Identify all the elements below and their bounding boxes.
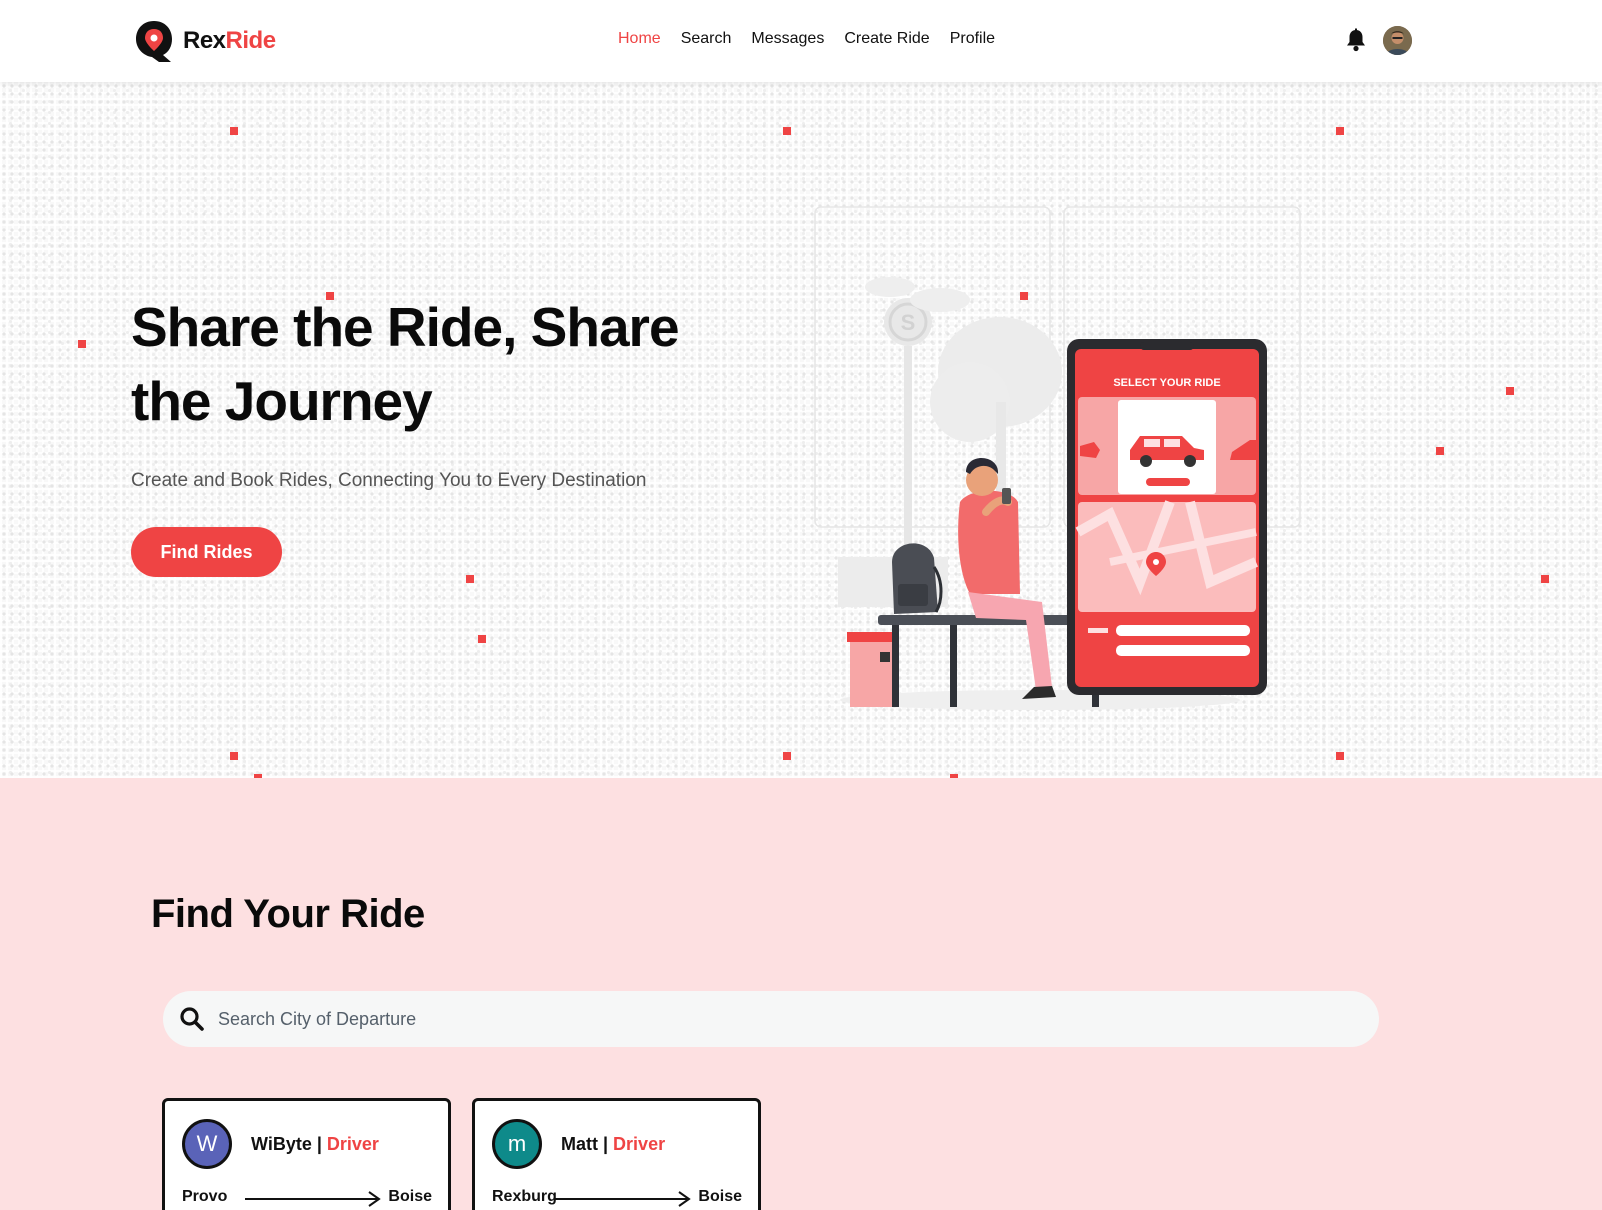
decor-dot	[1506, 387, 1514, 395]
arrow-right-icon	[555, 1191, 691, 1207]
svg-text:SELECT YOUR RIDE: SELECT YOUR RIDE	[1113, 377, 1220, 389]
ride-card[interactable]: m Matt | Driver Rexburg Boise	[472, 1098, 761, 1210]
main-nav: Home Search Messages Create Ride Profile	[618, 30, 995, 48]
decor-dot	[1336, 127, 1344, 135]
route-origin: Provo	[182, 1188, 228, 1205]
nav-search[interactable]: Search	[681, 30, 732, 48]
top-navbar: RexRide Home Search Messages Create Ride…	[0, 0, 1602, 82]
svg-text:S: S	[901, 310, 916, 335]
departure-search-input[interactable]	[218, 991, 1358, 1047]
route-destination: Boise	[388, 1188, 432, 1205]
search-icon	[180, 1007, 204, 1031]
arrow-right-icon	[245, 1191, 381, 1207]
driver-avatar: W	[182, 1119, 232, 1169]
find-ride-section: Find Your Ride W WiByte | Driver Provo B…	[0, 778, 1602, 1210]
decor-dot	[478, 635, 486, 643]
driver-name-label: WiByte | Driver	[251, 1134, 379, 1154]
hero-title: Share the Ride, Share the Journey	[131, 296, 680, 432]
decor-dot	[78, 340, 86, 348]
hero-subtitle: Create and Book Rides, Connecting You to…	[131, 470, 647, 491]
bell-icon[interactable]	[1345, 28, 1367, 52]
route-destination: Boise	[698, 1188, 742, 1205]
hero-illustration: S SELECT YOUR RIDE	[814, 206, 1301, 710]
user-avatar[interactable]	[1383, 26, 1412, 55]
hero-section: Share the Ride, Share the Journey Create…	[0, 82, 1602, 778]
decor-dot	[1336, 752, 1344, 760]
ride-card[interactable]: W WiByte | Driver Provo Boise	[162, 1098, 451, 1210]
driver-role: Driver	[326, 1134, 379, 1154]
find-rides-button[interactable]: Find Rides	[131, 527, 282, 577]
brand-logo[interactable]: RexRide	[133, 18, 276, 64]
brand-name: RexRide	[183, 27, 276, 54]
driver-avatar: m	[492, 1119, 542, 1169]
nav-messages[interactable]: Messages	[751, 30, 824, 48]
nav-create-ride[interactable]: Create Ride	[844, 30, 929, 48]
find-section-title: Find Your Ride	[151, 892, 425, 936]
decor-dot	[783, 752, 791, 760]
nav-home[interactable]: Home	[618, 30, 661, 48]
search-bar	[163, 991, 1379, 1047]
driver-role: Driver	[613, 1134, 666, 1154]
decor-dot	[1541, 575, 1549, 583]
nav-profile[interactable]: Profile	[950, 30, 995, 48]
route-origin: Rexburg	[492, 1188, 557, 1205]
driver-name-label: Matt | Driver	[561, 1134, 666, 1154]
decor-dot	[783, 127, 791, 135]
decor-dot	[230, 127, 238, 135]
decor-dot	[230, 752, 238, 760]
decor-dot	[466, 575, 474, 583]
decor-dot	[1436, 447, 1444, 455]
logo-pin-icon	[136, 21, 172, 62]
